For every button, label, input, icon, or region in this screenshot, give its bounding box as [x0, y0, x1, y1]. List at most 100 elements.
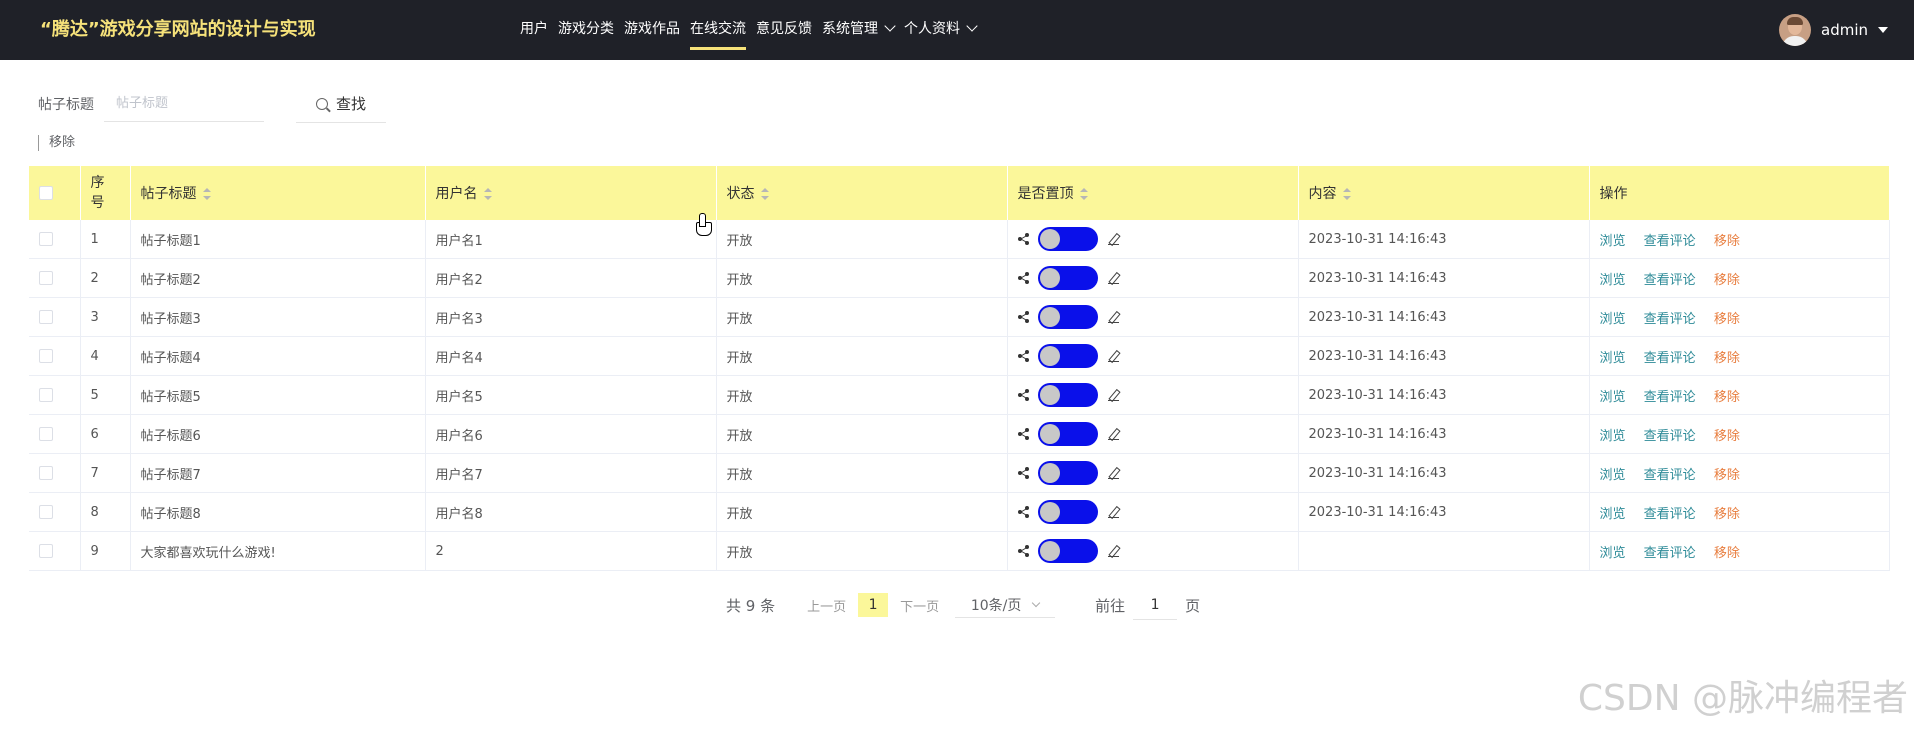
row-actions: 浏览 查看评论 移除 [1589, 492, 1890, 532]
row-checkbox[interactable] [39, 427, 53, 441]
remove-button[interactable]: 移除 [1714, 390, 1740, 405]
row-status: 开放 [716, 297, 1008, 337]
edit-icon[interactable] [1107, 233, 1120, 245]
pinned-toggle[interactable] [1037, 539, 1098, 563]
sort-icon[interactable] [483, 188, 492, 200]
view-comments-button[interactable]: 查看评论 [1644, 351, 1696, 366]
sort-icon[interactable] [1342, 188, 1351, 200]
share-icon[interactable] [1017, 467, 1030, 479]
table-row: 7 帖子标题7 用户名7 开放 2023-10-31 14:16:43 浏览 查… [29, 453, 1890, 493]
row-checkbox[interactable] [39, 388, 53, 402]
remove-button[interactable]: 移除 [1714, 234, 1740, 249]
row-checkbox[interactable] [39, 349, 53, 363]
share-icon[interactable] [1017, 545, 1030, 557]
pinned-toggle[interactable] [1037, 344, 1098, 368]
pinned-toggle[interactable] [1037, 422, 1098, 446]
view-button[interactable]: 浏览 [1600, 507, 1626, 522]
edit-icon[interactable] [1107, 272, 1120, 284]
edit-icon[interactable] [1107, 389, 1120, 401]
pinned-toggle[interactable] [1037, 383, 1098, 407]
remove-button[interactable]: 移除 [1714, 273, 1740, 288]
prev-page-button[interactable]: 上一页 [807, 596, 846, 615]
row-checkbox[interactable] [39, 544, 53, 558]
share-icon[interactable] [1017, 233, 1030, 245]
view-button[interactable]: 浏览 [1600, 546, 1626, 561]
column-header-pinned[interactable]: 是否置顶 [1007, 166, 1299, 220]
nav-users[interactable]: 用户 [520, 0, 548, 60]
select-all-checkbox[interactable] [39, 186, 53, 200]
share-icon[interactable] [1017, 428, 1030, 440]
pinned-toggle[interactable] [1037, 305, 1098, 329]
row-checkbox[interactable] [39, 271, 53, 285]
next-page-button[interactable]: 下一页 [900, 596, 939, 615]
nav-game-categories[interactable]: 游戏分类 [558, 0, 614, 60]
row-select-cell [29, 531, 81, 571]
sort-icon[interactable] [202, 188, 211, 200]
view-button[interactable]: 浏览 [1600, 468, 1626, 483]
column-header-username[interactable]: 用户名 [425, 166, 717, 220]
pinned-toggle[interactable] [1037, 461, 1098, 485]
edit-icon[interactable] [1107, 467, 1120, 479]
row-checkbox[interactable] [39, 466, 53, 480]
pinned-toggle[interactable] [1037, 500, 1098, 524]
view-comments-button[interactable]: 查看评论 [1644, 390, 1696, 405]
edit-icon[interactable] [1107, 311, 1120, 323]
remove-button[interactable]: 移除 [1714, 507, 1740, 522]
goto-page-input[interactable] [1133, 590, 1178, 620]
view-button[interactable]: 浏览 [1600, 390, 1626, 405]
pagination-total: 共 9 条 [726, 596, 776, 615]
edit-icon[interactable] [1107, 545, 1120, 557]
view-comments-button[interactable]: 查看评论 [1644, 273, 1696, 288]
view-comments-button[interactable]: 查看评论 [1644, 312, 1696, 327]
view-comments-button[interactable]: 查看评论 [1644, 546, 1696, 561]
share-icon[interactable] [1017, 350, 1030, 362]
row-title: 帖子标题6 [130, 414, 426, 454]
nav-online-forum[interactable]: 在线交流 [690, 0, 746, 60]
row-checkbox[interactable] [39, 310, 53, 324]
select-all-cell [29, 166, 81, 220]
view-button[interactable]: 浏览 [1600, 351, 1626, 366]
share-icon[interactable] [1017, 506, 1030, 518]
view-button[interactable]: 浏览 [1600, 429, 1626, 444]
page-size-select[interactable]: 10条/页 [955, 593, 1056, 618]
view-comments-button[interactable]: 查看评论 [1644, 468, 1696, 483]
user-menu[interactable]: admin [1779, 0, 1888, 60]
column-header-status[interactable]: 状态 [716, 166, 1008, 220]
page-number-current[interactable]: 1 [858, 593, 889, 617]
row-checkbox[interactable] [39, 505, 53, 519]
title-search-input[interactable] [104, 86, 264, 122]
remove-button[interactable]: 移除 [1714, 312, 1740, 327]
nav-profile[interactable]: 个人资料 [904, 0, 978, 60]
edit-icon[interactable] [1107, 506, 1120, 518]
remove-button[interactable]: 移除 [1714, 546, 1740, 561]
edit-icon[interactable] [1107, 350, 1120, 362]
column-header-title[interactable]: 帖子标题 [130, 166, 426, 220]
search-button[interactable]: 查找 [296, 85, 386, 123]
page-size-value: 10条/页 [970, 597, 1022, 614]
row-checkbox[interactable] [39, 232, 53, 246]
view-comments-button[interactable]: 查看评论 [1644, 507, 1696, 522]
view-button[interactable]: 浏览 [1600, 234, 1626, 249]
share-icon[interactable] [1017, 311, 1030, 323]
nav-game-categories-label: 游戏分类 [558, 21, 614, 37]
share-icon[interactable] [1017, 389, 1030, 401]
nav-feedback[interactable]: 意见反馈 [756, 0, 812, 60]
nav-game-works[interactable]: 游戏作品 [624, 0, 680, 60]
pinned-toggle[interactable] [1037, 266, 1098, 290]
share-icon[interactable] [1017, 272, 1030, 284]
column-header-content[interactable]: 内容 [1298, 166, 1590, 220]
view-comments-button[interactable]: 查看评论 [1644, 429, 1696, 444]
bulk-remove-button[interactable]: 移除 [38, 135, 75, 151]
remove-button[interactable]: 移除 [1714, 351, 1740, 366]
sort-icon[interactable] [760, 188, 769, 200]
view-comments-button[interactable]: 查看评论 [1644, 234, 1696, 249]
edit-icon[interactable] [1107, 428, 1120, 440]
pinned-toggle[interactable] [1037, 227, 1098, 251]
view-button[interactable]: 浏览 [1600, 273, 1626, 288]
view-button[interactable]: 浏览 [1600, 312, 1626, 327]
remove-button[interactable]: 移除 [1714, 468, 1740, 483]
remove-button[interactable]: 移除 [1714, 429, 1740, 444]
sort-icon[interactable] [1079, 188, 1088, 200]
row-status: 开放 [716, 453, 1008, 493]
nav-system-management[interactable]: 系统管理 [822, 0, 896, 60]
